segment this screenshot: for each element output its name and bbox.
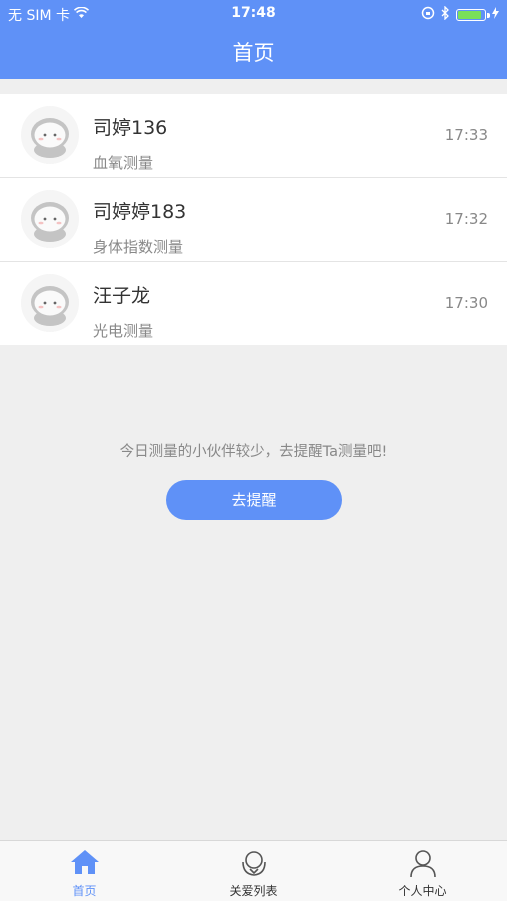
home-icon	[71, 850, 99, 874]
tab-label: 关爱列表	[229, 884, 278, 898]
measurement-time: 17:33	[444, 126, 488, 144]
tab-label: 个人中心	[398, 884, 447, 898]
reminder-tip: 今日测量的小伙伴较少，去提醒Ta测量吧!	[119, 444, 388, 460]
contact-name: 汪子龙	[93, 285, 151, 307]
header: 无 SIM 卡 17:48 首页	[0, 0, 507, 79]
contact-name: 司婷婷183	[93, 201, 187, 223]
battery-fill	[458, 11, 481, 19]
page-title: 首页	[232, 41, 275, 65]
tab-bar: 首页 关爱列表 个人中心	[0, 840, 507, 901]
list-item[interactable]: 司婷136 血氧测量 17:33	[0, 94, 507, 178]
bluetooth-icon	[441, 5, 450, 24]
remind-button[interactable]: 去提醒	[166, 480, 342, 520]
charging-icon	[492, 7, 499, 23]
person-icon	[410, 850, 436, 878]
battery-icon	[456, 9, 490, 21]
measurement-type: 光电测量	[93, 322, 154, 340]
status-bar: 无 SIM 卡 17:48	[0, 0, 507, 28]
avatar	[21, 274, 79, 332]
list-item[interactable]: 汪子龙 光电测量 17:30	[0, 262, 507, 345]
avatar	[21, 190, 79, 248]
tab-label: 首页	[72, 884, 97, 898]
orientation-lock-icon	[421, 6, 435, 24]
measurement-type: 身体指数测量	[93, 238, 184, 256]
contact-name: 司婷136	[93, 117, 168, 139]
tab-care-list[interactable]: 关爱列表	[169, 841, 338, 901]
care-list-icon	[242, 851, 266, 876]
measurement-list: 司婷136 血氧测量 17:33 司婷婷183 身体指数测量 17:32 汪子龙…	[0, 94, 507, 345]
list-item[interactable]: 司婷婷183 身体指数测量 17:32	[0, 178, 507, 262]
measurement-time: 17:30	[444, 294, 488, 312]
measurement-time: 17:32	[444, 210, 488, 228]
tab-profile[interactable]: 个人中心	[338, 841, 507, 901]
avatar	[21, 106, 79, 164]
measurement-type: 血氧测量	[93, 154, 154, 172]
tab-home[interactable]: 首页	[0, 841, 169, 901]
